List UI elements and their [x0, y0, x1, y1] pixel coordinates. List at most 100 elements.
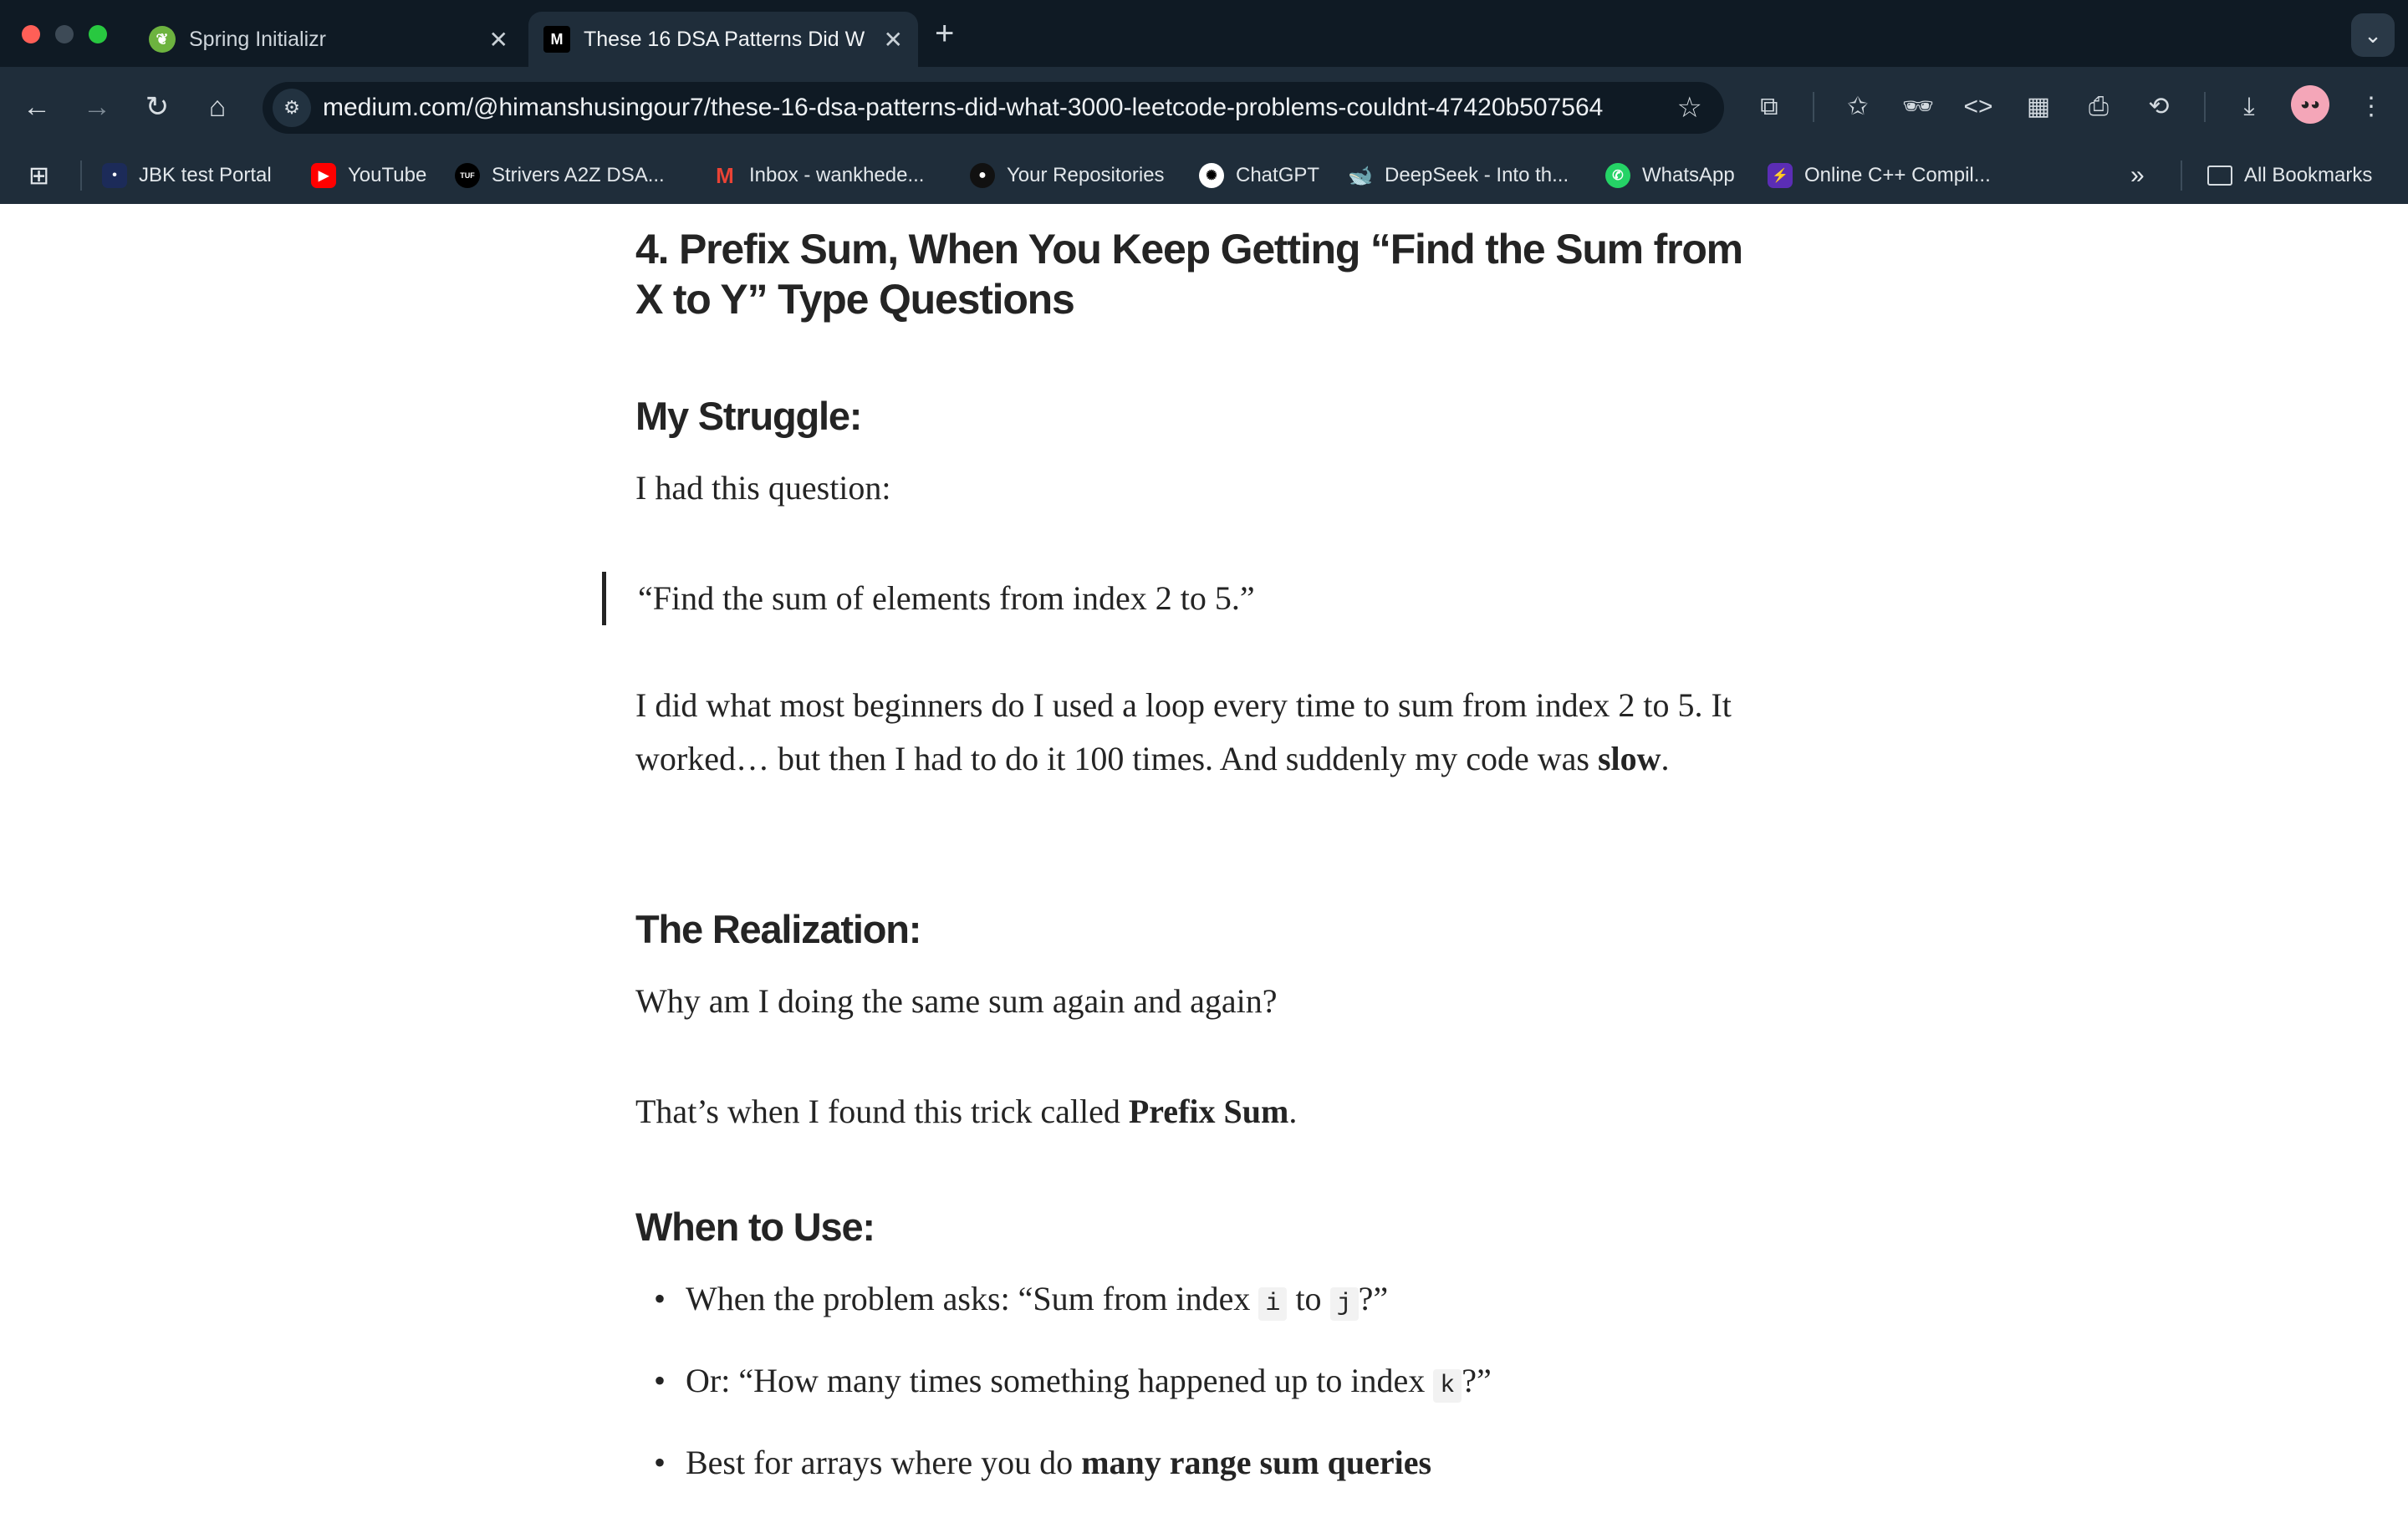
github-icon: ● — [970, 163, 995, 188]
extensions-icon[interactable]: ⧉ — [1747, 85, 1791, 129]
toolbar-divider — [2204, 92, 2206, 122]
bookmark-label: WhatsApp — [1642, 164, 1735, 186]
more-bookmarks-chevron-icon[interactable]: » — [2130, 147, 2145, 204]
forward-arrow-icon[interactable]: → — [75, 85, 119, 129]
minimize-window-button[interactable] — [55, 25, 74, 43]
tab-spring-initializr[interactable]: ❦ Spring Initializr ✕ — [134, 12, 523, 67]
address-bar[interactable]: ⚙ medium.com/@himanshusingour7/these-16-… — [263, 82, 1724, 134]
all-bookmarks-folder[interactable]: All Bookmarks — [2207, 147, 2372, 204]
realization-end: . — [1288, 1093, 1298, 1130]
tab-medium-article[interactable]: M These 16 DSA Patterns Did W ✕ — [528, 12, 918, 67]
close-window-button[interactable] — [22, 25, 40, 43]
close-icon[interactable]: ✕ — [884, 26, 903, 53]
bookmark-gmail[interactable]: M Inbox - wankhede... — [712, 147, 924, 204]
close-icon[interactable]: ✕ — [489, 26, 508, 53]
bookmark-online-compiler[interactable]: ⚡ Online C++ Compil... — [1768, 147, 1991, 204]
bookmark-deepseek[interactable]: 🐋 DeepSeek - Into th... — [1348, 147, 1569, 204]
bookmark-label: ChatGPT — [1236, 164, 1320, 186]
bullet-text: ?” — [1358, 1280, 1389, 1317]
bullet-text: ?” — [1462, 1362, 1492, 1399]
bullet-text: Best for arrays where you do — [686, 1444, 1082, 1481]
apps-grid-icon[interactable]: ⊞ — [28, 147, 49, 204]
back-arrow-icon[interactable]: ← — [15, 85, 59, 129]
bookmarks-divider — [2181, 160, 2182, 191]
bookmark-label: Online C++ Compil... — [1804, 164, 1991, 186]
realization-heading: The Realization: — [635, 907, 921, 951]
realization-text: That’s when I found this trick called — [635, 1093, 1129, 1130]
bookmark-star-icon[interactable]: ☆ — [1677, 82, 1702, 134]
tab-title: These 16 DSA Patterns Did W — [584, 27, 865, 51]
bookmark-label: All Bookmarks — [2244, 164, 2373, 186]
medium-logo-icon: M — [543, 26, 570, 53]
blockquote: “Find the sum of elements from index 2 t… — [602, 572, 1255, 625]
list-item: When the problem asks: “Sum from index i… — [635, 1272, 1773, 1331]
tab-bar: ❦ Spring Initializr ✕ M These 16 DSA Pat… — [0, 0, 2408, 67]
quote-text: “Find the sum of elements from index 2 t… — [638, 579, 1255, 617]
print-icon[interactable]: ⎙ — [2077, 85, 2120, 129]
bookmark-strivers[interactable]: TUF Strivers A2Z DSA... — [455, 147, 665, 204]
zoom-window-button[interactable] — [89, 25, 107, 43]
profile-avatar[interactable]: ◕◕ — [2291, 85, 2329, 124]
bookmark-label: Your Repositories — [1007, 164, 1165, 186]
deepseek-icon: 🐋 — [1348, 164, 1373, 187]
bookmark-label: Strivers A2Z DSA... — [492, 164, 665, 186]
gmail-icon: M — [716, 162, 734, 188]
download-icon[interactable]: ⤓ — [2227, 85, 2271, 129]
struggle-end: . — [1661, 740, 1670, 777]
struggle-text: I did what most beginners do I used a lo… — [635, 686, 1732, 777]
bookmarks-divider — [80, 160, 82, 191]
bookmark-label: JBK test Portal — [139, 164, 272, 186]
inline-code: i — [1258, 1287, 1288, 1321]
bookmark-label: Inbox - wankhede... — [749, 164, 925, 186]
qr-code-icon[interactable]: ▦ — [2017, 85, 2060, 129]
list-item: Best for arrays where you do many range … — [635, 1436, 1773, 1490]
site-info-icon[interactable]: ⚙ — [273, 89, 311, 127]
toolbar-divider — [1813, 92, 1814, 122]
code-icon[interactable]: <> — [1956, 85, 2000, 129]
tab-search-button[interactable]: ⌄ — [2351, 13, 2395, 57]
bookmark-jbk[interactable]: • JBK test Portal — [102, 147, 272, 204]
bookmark-chatgpt[interactable]: ✺ ChatGPT — [1199, 147, 1319, 204]
menu-dots-icon[interactable]: ⋮ — [2349, 85, 2393, 129]
inline-code: k — [1433, 1369, 1462, 1403]
bookmark-label: DeepSeek - Into th... — [1385, 164, 1569, 186]
struggle-bold: slow — [1597, 740, 1661, 777]
bookmark-github[interactable]: ● Your Repositories — [970, 147, 1165, 204]
bookmark-label: YouTube — [348, 164, 427, 186]
struggle-paragraph: I did what most beginners do I used a lo… — [635, 679, 1773, 786]
struggle-heading: My Struggle: — [635, 394, 862, 438]
reload-icon[interactable]: ↻ — [135, 85, 179, 129]
incognito-icon[interactable]: 🕶 — [1896, 85, 1940, 129]
navigation-toolbar: ← → ↻ ⌂ ⚙ medium.com/@himanshusingour7/t… — [0, 67, 2408, 147]
inline-code: j — [1329, 1287, 1359, 1321]
bullet-bold: many range sum queries — [1081, 1444, 1432, 1481]
new-tab-button[interactable]: + — [935, 13, 954, 53]
favorites-star-icon[interactable]: ✩ — [1836, 85, 1880, 129]
spring-leaf-icon: ❦ — [149, 26, 176, 53]
bookmark-youtube[interactable]: ▶ YouTube — [311, 147, 426, 204]
url-text[interactable]: medium.com/@himanshusingour7/these-16-ds… — [323, 82, 1603, 134]
tuf-icon: TUF — [455, 163, 480, 188]
realization-paragraph: That’s when I found this trick called Pr… — [635, 1085, 1297, 1139]
when-to-use-list: When the problem asks: “Sum from index i… — [635, 1272, 1773, 1513]
bullet-text: When the problem asks: “Sum from index — [686, 1280, 1259, 1317]
realization-bold: Prefix Sum — [1128, 1093, 1289, 1130]
folder-icon — [2207, 166, 2232, 186]
compiler-icon: ⚡ — [1768, 163, 1793, 188]
chatgpt-icon: ✺ — [1199, 163, 1224, 188]
jbk-icon: • — [102, 163, 127, 188]
bookmark-whatsapp[interactable]: ✆ WhatsApp — [1605, 147, 1735, 204]
browser-chrome: ❦ Spring Initializr ✕ M These 16 DSA Pat… — [0, 0, 2408, 204]
list-item: Or: “How many times something happened u… — [635, 1354, 1773, 1413]
tab-title: Spring Initializr — [189, 27, 326, 51]
struggle-intro: I had this question: — [635, 469, 891, 507]
realization-question: Why am I doing the same sum again and ag… — [635, 982, 1278, 1020]
bookmarks-bar: ⊞ • JBK test Portal ▶ YouTube TUF Strive… — [0, 147, 2408, 204]
when-to-use-heading: When to Use: — [635, 1205, 875, 1249]
youtube-icon: ▶ — [311, 163, 336, 188]
whatsapp-icon: ✆ — [1605, 163, 1630, 188]
bullet-text: Or: “How many times something happened u… — [686, 1362, 1434, 1399]
bullet-text: to — [1287, 1280, 1330, 1317]
history-icon[interactable]: ⟲ — [2137, 85, 2181, 129]
home-icon[interactable]: ⌂ — [196, 85, 239, 129]
